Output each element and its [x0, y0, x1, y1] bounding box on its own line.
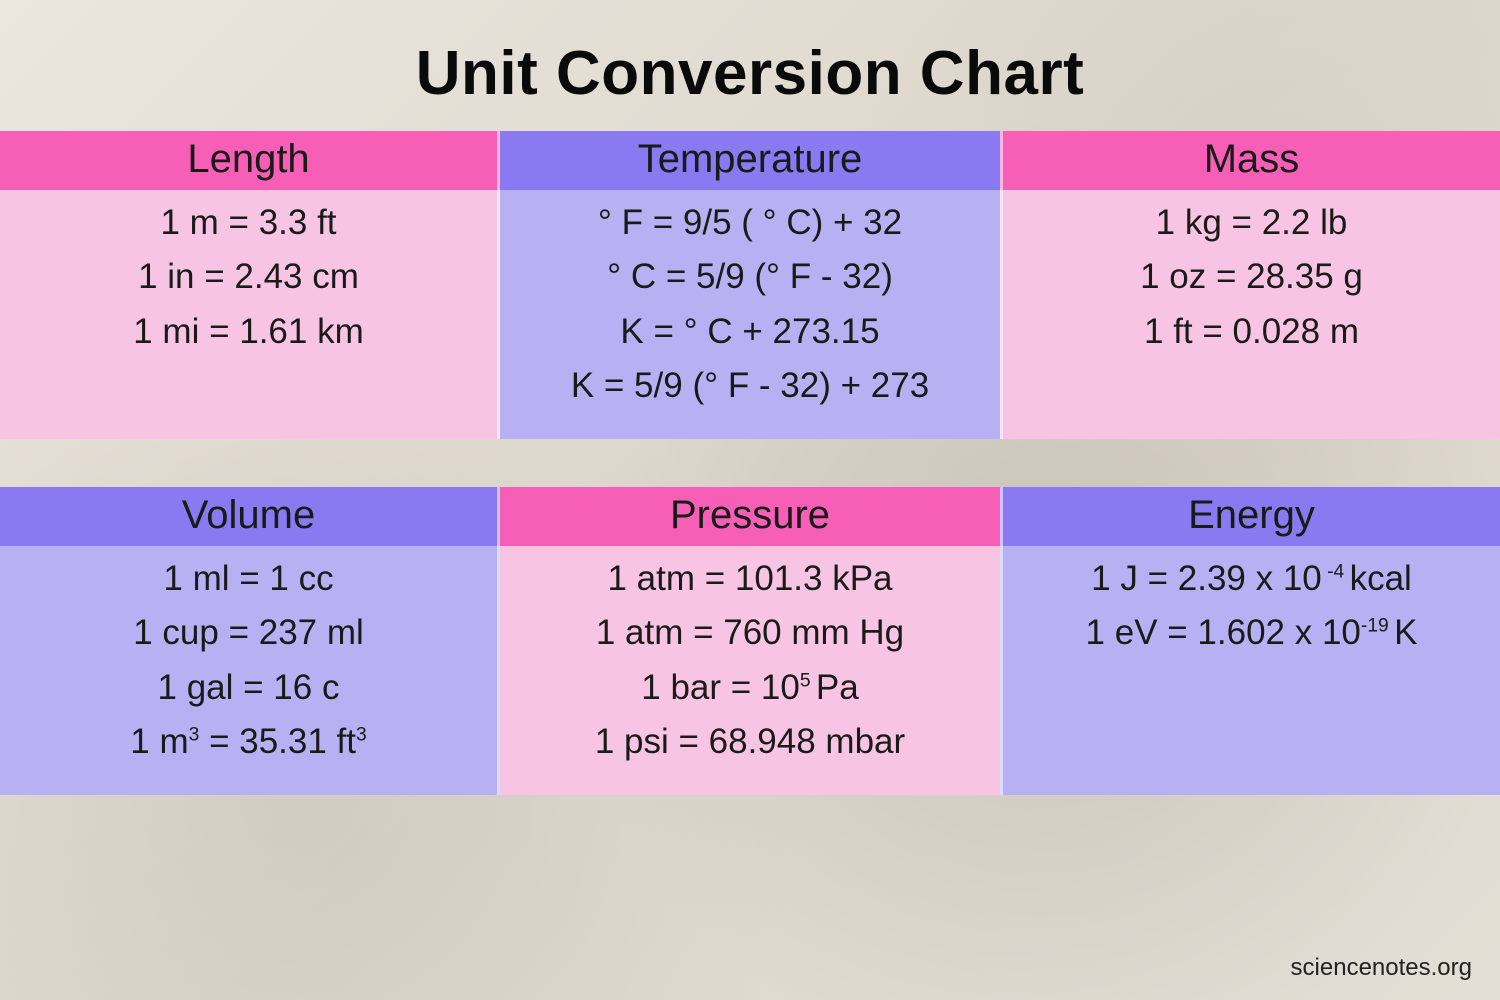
pressure-body: 1 atm = 101.3 kPa 1 atm = 760 mm Hg 1 ba…	[500, 546, 1000, 795]
length-row-3: 1 mi = 1.61 km	[0, 305, 497, 359]
temperature-row-2: ° C = 5/9 (° F - 32)	[500, 250, 1000, 304]
length-cell: Length 1 m = 3.3 ft 1 in = 2.43 cm 1 mi …	[0, 131, 500, 439]
temperature-body: ° F = 9/5 ( ° C) + 32 ° C = 5/9 (° F - 3…	[500, 190, 1000, 439]
pressure-cell: Pressure 1 atm = 101.3 kPa 1 atm = 760 m…	[500, 487, 1000, 795]
pressure-row-3: 1 bar = 105 Pa	[500, 661, 1000, 715]
page-title: Unit Conversion Chart	[0, 0, 1500, 131]
attribution: sciencenotes.org	[1291, 954, 1472, 982]
length-row-2: 1 in = 2.43 cm	[0, 250, 497, 304]
length-row-1: 1 m = 3.3 ft	[0, 196, 497, 250]
mass-cell: Mass 1 kg = 2.2 lb 1 oz = 28.35 g 1 ft =…	[1000, 131, 1500, 439]
volume-row-2: 1 cup = 237 ml	[0, 606, 497, 660]
temperature-row-1: ° F = 9/5 ( ° C) + 32	[500, 196, 1000, 250]
energy-heading: Energy	[1000, 487, 1500, 546]
volume-row-4: 1 m3 = 35.31 ft3	[0, 715, 497, 769]
bottom-row: Volume 1 ml = 1 cc 1 cup = 237 ml 1 gal …	[0, 487, 1500, 795]
volume-row-1: 1 ml = 1 cc	[0, 552, 497, 606]
volume-cell: Volume 1 ml = 1 cc 1 cup = 237 ml 1 gal …	[0, 487, 500, 795]
pressure-row-2: 1 atm = 760 mm Hg	[500, 606, 1000, 660]
top-row: Length 1 m = 3.3 ft 1 in = 2.43 cm 1 mi …	[0, 131, 1500, 439]
energy-row-2: 1 eV = 1.602 x 10-19 K	[1003, 606, 1500, 660]
temperature-row-3: K = ° C + 273.15	[500, 305, 1000, 359]
mass-heading: Mass	[1000, 131, 1500, 190]
pressure-heading: Pressure	[500, 487, 1000, 546]
volume-body: 1 ml = 1 cc 1 cup = 237 ml 1 gal = 16 c …	[0, 546, 500, 795]
pressure-row-4: 1 psi = 68.948 mbar	[500, 715, 1000, 769]
length-heading: Length	[0, 131, 500, 190]
mass-row-3: 1 ft = 0.028 m	[1003, 305, 1500, 359]
temperature-heading: Temperature	[500, 131, 1000, 190]
pressure-row-1: 1 atm = 101.3 kPa	[500, 552, 1000, 606]
row-gap	[0, 439, 1500, 487]
volume-row-3: 1 gal = 16 c	[0, 661, 497, 715]
mass-row-1: 1 kg = 2.2 lb	[1003, 196, 1500, 250]
mass-body: 1 kg = 2.2 lb 1 oz = 28.35 g 1 ft = 0.02…	[1000, 190, 1500, 439]
volume-heading: Volume	[0, 487, 500, 546]
mass-row-2: 1 oz = 28.35 g	[1003, 250, 1500, 304]
temperature-row-4: K = 5/9 (° F - 32) + 273	[500, 359, 1000, 413]
energy-cell: Energy 1 J = 2.39 x 10 -4 kcal 1 eV = 1.…	[1000, 487, 1500, 795]
temperature-cell: Temperature ° F = 9/5 ( ° C) + 32 ° C = …	[500, 131, 1000, 439]
energy-body: 1 J = 2.39 x 10 -4 kcal 1 eV = 1.602 x 1…	[1000, 546, 1500, 795]
energy-row-1: 1 J = 2.39 x 10 -4 kcal	[1003, 552, 1500, 606]
length-body: 1 m = 3.3 ft 1 in = 2.43 cm 1 mi = 1.61 …	[0, 190, 500, 439]
